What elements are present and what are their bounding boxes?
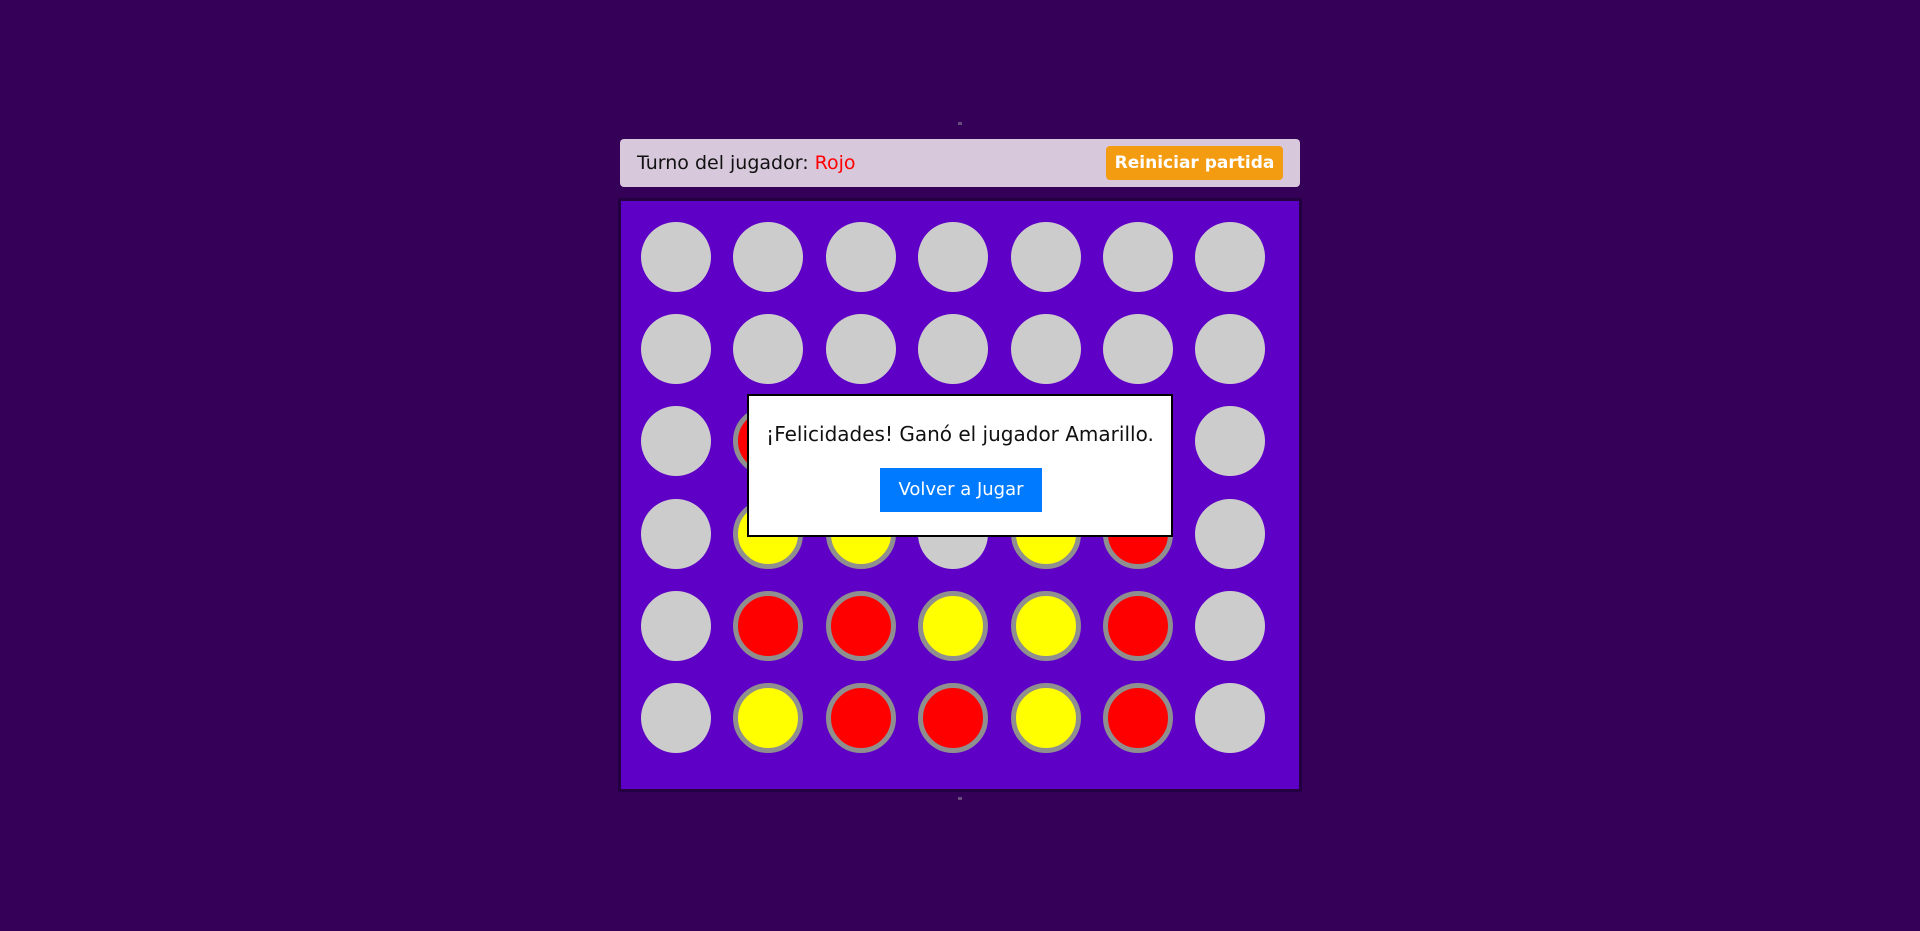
- board-cell-r2-c5-empty[interactable]: [1010, 314, 1081, 385]
- current-player: Rojo: [814, 152, 856, 174]
- board-cell-r3-c1-empty[interactable]: [641, 406, 711, 477]
- board-cell-r1-c1-empty[interactable]: [641, 222, 711, 292]
- bottom-marker: [958, 797, 962, 800]
- board-cell-r3-c7-empty[interactable]: [1195, 406, 1266, 477]
- board-cell-r6-c4-red[interactable]: [918, 683, 989, 753]
- board-cell-r4-c1-empty[interactable]: [641, 498, 711, 569]
- play-again-button[interactable]: Volver a Jugar: [880, 468, 1042, 512]
- board-cell-r5-c7-empty[interactable]: [1195, 590, 1266, 661]
- board-cell-r5-c1-empty[interactable]: [641, 590, 711, 661]
- board-cell-r4-c7-empty[interactable]: [1195, 498, 1266, 569]
- board-cell-r6-c2-yellow[interactable]: [733, 683, 804, 753]
- board-cell-r5-c4-yellow[interactable]: [918, 590, 989, 661]
- win-modal: ¡Felicidades! Ganó el jugador Amarillo. …: [747, 394, 1173, 537]
- board-cell-r2-c3-empty[interactable]: [825, 314, 896, 385]
- board-cell-r6-c3-red[interactable]: [825, 683, 896, 753]
- board-cell-r2-c6-empty[interactable]: [1103, 314, 1173, 385]
- turn-label: Turno del jugador:: [637, 152, 809, 174]
- board-cell-r1-c3-empty[interactable]: [825, 222, 896, 292]
- board-cell-r1-c7-empty[interactable]: [1195, 222, 1266, 292]
- board-cell-r6-c5-yellow[interactable]: [1010, 683, 1081, 753]
- turn-indicator: Turno del jugador: Rojo: [637, 139, 856, 187]
- board-cell-r6-c6-red[interactable]: [1103, 683, 1173, 753]
- board-cell-r5-c3-red[interactable]: [825, 590, 896, 661]
- status-bar: Turno del jugador: Rojo Reiniciar partida: [620, 139, 1300, 187]
- board-cell-r1-c4-empty[interactable]: [918, 222, 989, 292]
- restart-button[interactable]: Reiniciar partida: [1106, 146, 1283, 180]
- board-cell-r5-c6-red[interactable]: [1103, 590, 1173, 661]
- top-marker: [958, 122, 962, 125]
- board-cell-r1-c2-empty[interactable]: [733, 222, 804, 292]
- board-cell-r6-c1-empty[interactable]: [641, 683, 711, 753]
- board-cell-r2-c7-empty[interactable]: [1195, 314, 1266, 385]
- board-cell-r2-c2-empty[interactable]: [733, 314, 804, 385]
- board-cell-r1-c5-empty[interactable]: [1010, 222, 1081, 292]
- board-cell-r5-c5-yellow[interactable]: [1010, 590, 1081, 661]
- board-cell-r2-c1-empty[interactable]: [641, 314, 711, 385]
- board-cell-r5-c2-red[interactable]: [733, 590, 804, 661]
- board-cell-r6-c7-empty[interactable]: [1195, 683, 1266, 753]
- win-message: ¡Felicidades! Ganó el jugador Amarillo.: [766, 422, 1154, 446]
- board-cell-r1-c6-empty[interactable]: [1103, 222, 1173, 292]
- board-cell-r2-c4-empty[interactable]: [918, 314, 989, 385]
